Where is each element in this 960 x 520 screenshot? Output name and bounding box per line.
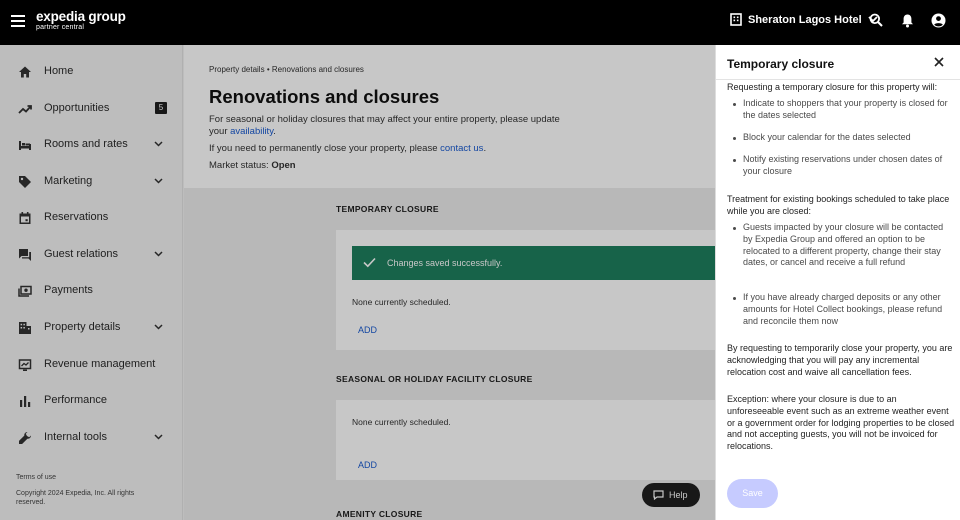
- bed-icon: [19, 141, 31, 150]
- sidebar-item-label: Internal tools: [44, 431, 107, 443]
- seasonal-closure-heading: SEASONAL OR HOLIDAY FACILITY CLOSURE: [336, 374, 533, 384]
- temporary-none-text: None currently scheduled.: [352, 297, 451, 307]
- logo[interactable]: expedia group partner central: [36, 10, 126, 32]
- sidebar-item-label: Opportunities: [44, 102, 110, 114]
- amenity-closure-heading: AMENITY CLOSURE: [336, 509, 423, 519]
- panel-bullet: Indicate to shoppers that your property …: [733, 98, 953, 122]
- terms-link[interactable]: Terms of use: [16, 474, 56, 481]
- building-icon: [19, 322, 31, 334]
- sidebar-item-rooms-and-rates[interactable]: Rooms and rates: [0, 130, 183, 160]
- availability-link[interactable]: availability: [230, 126, 273, 137]
- sidebar-item-payments[interactable]: Payments: [0, 276, 183, 306]
- permanent-text: If you need to permanently close your pr…: [209, 143, 438, 154]
- sidebar-item-label: Property details: [44, 321, 121, 333]
- logo-sub-text: partner central: [36, 24, 85, 31]
- intro-paragraph: For seasonal or holiday closures that ma…: [209, 114, 560, 137]
- calendar-icon: [19, 212, 31, 224]
- logo-main-text: expedia group: [36, 9, 126, 24]
- panel-divider: [716, 79, 960, 80]
- sidebar-item-label: Revenue management: [44, 358, 156, 370]
- sidebar-item-reservations[interactable]: Reservations: [0, 203, 183, 233]
- close-icon[interactable]: [934, 57, 944, 67]
- sidebar-item-guest-relations[interactable]: Guest relations: [0, 240, 183, 270]
- sidebar-item-label: Reservations: [44, 211, 109, 223]
- sidebar-item-label: Payments: [44, 284, 93, 296]
- bell-icon[interactable]: [901, 13, 914, 28]
- check-icon: [363, 257, 376, 268]
- treatment-heading: Treatment for existing bookings schedule…: [727, 194, 950, 216]
- sidebar-item-home[interactable]: Home: [0, 57, 183, 87]
- help-label: Help: [669, 490, 688, 500]
- chevron-down-icon: [154, 141, 163, 147]
- seasonal-none-text: None currently scheduled.: [352, 417, 451, 427]
- page-title: Renovations and closures: [209, 86, 440, 107]
- trending-icon: [18, 105, 32, 114]
- sidebar-item-performance[interactable]: Performance: [0, 386, 183, 416]
- exception-text: Exception: where your closure is due to …: [727, 394, 955, 452]
- opportunities-badge: 5: [155, 102, 167, 114]
- top-bar: expedia group partner central Sheraton L…: [0, 0, 960, 45]
- hotel-name: Sheraton Lagos Hotel: [748, 13, 862, 26]
- copyright-line-1: Copyright 2024 Expedia, Inc. All rights: [16, 490, 135, 497]
- contact-us-link[interactable]: contact us: [440, 143, 483, 154]
- panel-bullet: Notify existing reservations under chose…: [733, 154, 953, 178]
- wrench-icon: [19, 432, 31, 444]
- account-icon[interactable]: [931, 13, 946, 28]
- sidebar-item-revenue-management[interactable]: Revenue management: [0, 350, 183, 380]
- add-temporary-closure-button[interactable]: ADD: [358, 325, 377, 335]
- search-icon[interactable]: [869, 13, 883, 27]
- sidebar-item-opportunities[interactable]: Opportunities 5: [0, 94, 183, 124]
- panel-bullet: Block your calendar for the dates select…: [733, 132, 953, 144]
- chevron-down-icon: [154, 324, 163, 330]
- sidebar-item-label: Marketing: [44, 175, 93, 187]
- bar-chart-icon: [20, 396, 31, 407]
- sidebar-item-property-details[interactable]: Property details: [0, 313, 183, 343]
- panel-bullet: Guests impacted by your closure will be …: [733, 222, 953, 269]
- acknowledge-text: By requesting to temporarily close your …: [727, 343, 953, 377]
- chevron-down-icon: [154, 251, 163, 257]
- success-toast: Changes saved successfully.: [352, 246, 715, 280]
- panel-title: Temporary closure: [727, 57, 835, 71]
- help-button[interactable]: Help: [642, 483, 700, 507]
- sidebar-item-internal-tools[interactable]: Internal tools: [0, 423, 183, 453]
- home-icon: [19, 66, 31, 78]
- sidebar-item-marketing[interactable]: Marketing: [0, 167, 183, 197]
- breadcrumb-current: Renovations and closures: [271, 65, 364, 74]
- copyright-line-2: reserved.: [16, 499, 46, 506]
- breadcrumb-property-details[interactable]: Property details: [209, 65, 265, 74]
- market-status-value: Open: [271, 160, 296, 171]
- panel-intro: Requesting a temporary closure for this …: [727, 82, 938, 92]
- sidebar-item-label: Home: [44, 65, 74, 77]
- menu-icon[interactable]: [11, 15, 25, 27]
- sidebar: Home Opportunities 5 Rooms and rates Mar…: [0, 45, 183, 520]
- tag-icon: [19, 176, 31, 188]
- breadcrumb-separator: •: [266, 65, 270, 74]
- chat-icon: [19, 249, 31, 261]
- save-button[interactable]: Save: [727, 479, 778, 508]
- revenue-icon: [18, 359, 32, 371]
- permanent-paragraph: If you need to permanently close your pr…: [209, 143, 487, 154]
- sidebar-item-label: Guest relations: [44, 248, 118, 260]
- hotel-switcher[interactable]: Sheraton Lagos Hotel: [730, 13, 878, 26]
- temporary-closure-panel: Temporary closure Requesting a temporary…: [715, 45, 960, 520]
- market-status-label: Market status:: [209, 160, 269, 171]
- temporary-closure-heading: TEMPORARY CLOSURE: [336, 204, 439, 214]
- main-content: Property details • Renovations and closu…: [184, 45, 715, 520]
- toast-text: Changes saved successfully.: [387, 258, 503, 268]
- sidebar-item-label: Rooms and rates: [44, 138, 128, 150]
- add-seasonal-closure-button[interactable]: ADD: [358, 460, 377, 470]
- chevron-down-icon: [154, 178, 163, 184]
- sidebar-item-label: Performance: [44, 394, 107, 406]
- chevron-down-icon: [154, 434, 163, 440]
- seasonal-closure-card: [336, 400, 715, 480]
- market-status: Market status: Open: [209, 160, 296, 171]
- help-chat-icon: [653, 490, 664, 500]
- payments-icon: [18, 285, 32, 297]
- breadcrumb: Property details • Renovations and closu…: [209, 65, 364, 74]
- panel-bullet: If you have already charged deposits or …: [733, 292, 953, 327]
- hotel-icon: [730, 13, 742, 26]
